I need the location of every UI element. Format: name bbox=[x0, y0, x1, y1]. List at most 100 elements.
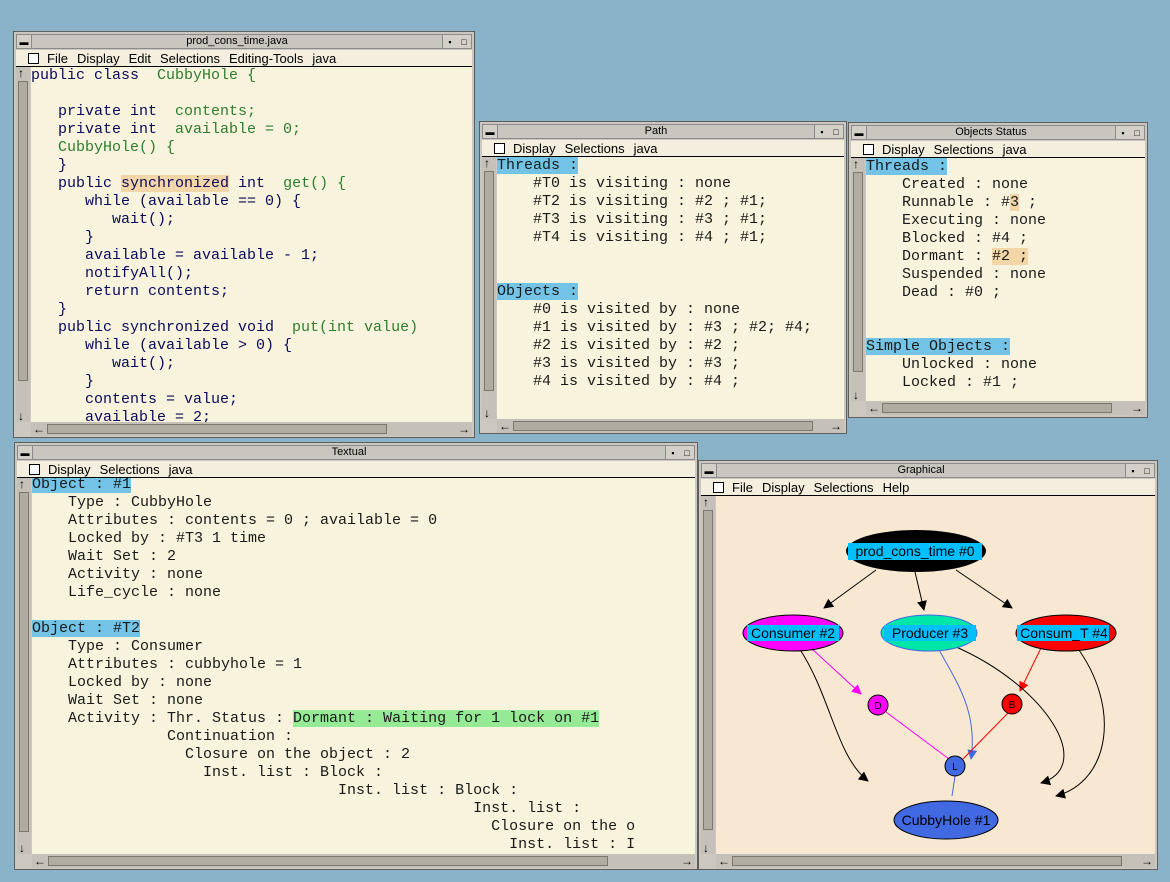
menu-file[interactable]: File bbox=[732, 480, 753, 495]
node-consumer[interactable]: Consumer #2 bbox=[742, 614, 844, 652]
scroll-right-icon[interactable]: → bbox=[1141, 855, 1153, 867]
menu-help[interactable]: Help bbox=[883, 480, 910, 495]
scroll-right-icon[interactable]: → bbox=[830, 420, 842, 432]
scroll-down-icon[interactable]: ↓ bbox=[19, 842, 25, 854]
scroll-down-icon[interactable]: ↓ bbox=[484, 407, 490, 419]
graphical-vertical-scrollbar[interactable]: ↑ ↓ bbox=[701, 496, 715, 854]
path-horizontal-scrollbar[interactable]: ← → bbox=[497, 419, 844, 433]
maximize-icon[interactable]: □ bbox=[457, 35, 471, 48]
minimize-icon[interactable]: ▪ bbox=[443, 35, 457, 48]
menu-java[interactable]: java bbox=[312, 51, 336, 66]
code-line: CubbyHole() { bbox=[58, 139, 176, 156]
menu-java[interactable]: java bbox=[1003, 142, 1027, 157]
scroll-thumb[interactable] bbox=[703, 510, 713, 830]
status-horizontal-scrollbar[interactable]: ← → bbox=[866, 401, 1145, 415]
scroll-thumb[interactable] bbox=[47, 424, 387, 434]
node-cubbyhole[interactable]: CubbyHole #1 bbox=[893, 800, 999, 840]
maximize-icon[interactable]: □ bbox=[680, 446, 694, 459]
menu-display[interactable]: Display bbox=[882, 142, 925, 157]
path-window-titlebar[interactable]: ▬ Path ▪ □ bbox=[482, 124, 844, 139]
menu-checkbox-icon[interactable] bbox=[29, 463, 40, 475]
minimize-icon[interactable]: ▪ bbox=[815, 125, 829, 138]
scroll-right-icon[interactable]: → bbox=[458, 423, 470, 435]
edge-producer-cubbyhole bbox=[953, 645, 1065, 786]
scroll-down-icon[interactable]: ↓ bbox=[703, 842, 709, 854]
code-window-titlebar[interactable]: ▬ prod_cons_time.java ▪ □ bbox=[16, 34, 472, 49]
scroll-left-icon[interactable]: ← bbox=[499, 420, 511, 432]
maximize-icon[interactable]: □ bbox=[1140, 464, 1154, 477]
graph-canvas[interactable]: prod_cons_time #0 Consumer #2 Producer #… bbox=[716, 496, 1155, 854]
scroll-thumb[interactable] bbox=[18, 81, 28, 381]
node-consum-t[interactable]: Consum_T #4 bbox=[1015, 614, 1117, 652]
graphical-horizontal-scrollbar[interactable]: ← → bbox=[716, 854, 1155, 868]
scroll-thumb[interactable] bbox=[48, 856, 608, 866]
menu-edit[interactable]: Edit bbox=[129, 51, 151, 66]
menu-selections[interactable]: Selections bbox=[814, 480, 874, 495]
window-menu-icon[interactable]: ▬ bbox=[17, 35, 31, 48]
scroll-thumb[interactable] bbox=[513, 421, 813, 431]
minimize-icon[interactable]: ▪ bbox=[666, 446, 680, 459]
menu-file[interactable]: File bbox=[47, 51, 68, 66]
menu-java[interactable]: java bbox=[634, 141, 658, 156]
scroll-left-icon[interactable]: ← bbox=[34, 855, 46, 867]
menu-selections[interactable]: Selections bbox=[565, 141, 625, 156]
graphical-window-titlebar[interactable]: ▬ Graphical ▪ □ bbox=[701, 463, 1155, 478]
scroll-thumb[interactable] bbox=[19, 492, 29, 832]
scroll-left-icon[interactable]: ← bbox=[33, 423, 45, 435]
menu-selections[interactable]: Selections bbox=[934, 142, 994, 157]
menu-display[interactable]: Display bbox=[762, 480, 805, 495]
code-horizontal-scrollbar[interactable]: ← → bbox=[31, 422, 472, 436]
object-t2-line: Wait Set : none bbox=[32, 692, 204, 709]
window-menu-icon[interactable]: ▬ bbox=[702, 464, 716, 477]
minimize-icon[interactable]: ▪ bbox=[1116, 126, 1130, 139]
menu-selections[interactable]: Selections bbox=[160, 51, 220, 66]
menu-selections[interactable]: Selections bbox=[100, 462, 160, 477]
scroll-thumb[interactable] bbox=[882, 403, 1112, 413]
scroll-left-icon[interactable]: ← bbox=[868, 402, 880, 414]
menu-java[interactable]: java bbox=[169, 462, 193, 477]
path-content: Threads : #T0 is visiting : none #T2 is … bbox=[497, 157, 844, 419]
code-editor[interactable]: public class CubbyHole { private int con… bbox=[31, 67, 472, 422]
maximize-icon[interactable]: □ bbox=[1130, 126, 1144, 139]
menu-display[interactable]: Display bbox=[513, 141, 556, 156]
minimize-icon[interactable]: ▪ bbox=[1126, 464, 1140, 477]
scroll-down-icon[interactable]: ↓ bbox=[853, 389, 859, 401]
scroll-up-icon[interactable]: ↑ bbox=[484, 157, 490, 169]
scroll-thumb[interactable] bbox=[732, 856, 1122, 866]
maximize-icon[interactable]: □ bbox=[829, 125, 843, 138]
status-window: ▬ Objects Status ▪ □ Display Selections … bbox=[848, 122, 1148, 418]
menu-checkbox-icon[interactable] bbox=[494, 142, 505, 154]
status-vertical-scrollbar[interactable]: ↑ ↓ bbox=[851, 158, 865, 401]
scroll-down-icon[interactable]: ↓ bbox=[18, 410, 24, 422]
path-vertical-scrollbar[interactable]: ↑ ↓ bbox=[482, 157, 496, 419]
node-root[interactable]: prod_cons_time #0 bbox=[846, 530, 986, 572]
node-l[interactable]: L bbox=[944, 755, 966, 777]
menu-checkbox-icon[interactable] bbox=[713, 481, 724, 493]
window-menu-icon[interactable]: ▬ bbox=[852, 126, 866, 139]
window-menu-icon[interactable]: ▬ bbox=[18, 446, 32, 459]
textual-horizontal-scrollbar[interactable]: ← → bbox=[32, 854, 695, 868]
scroll-thumb[interactable] bbox=[484, 171, 494, 391]
node-producer[interactable]: Producer #3 bbox=[880, 614, 978, 652]
menu-display[interactable]: Display bbox=[48, 462, 91, 477]
scroll-up-icon[interactable]: ↑ bbox=[19, 478, 25, 490]
node-d[interactable]: D bbox=[867, 694, 889, 716]
node-b[interactable]: B bbox=[1001, 693, 1023, 715]
status-window-titlebar[interactable]: ▬ Objects Status ▪ □ bbox=[851, 125, 1145, 140]
scroll-up-icon[interactable]: ↑ bbox=[18, 67, 24, 79]
code-vertical-scrollbar[interactable]: ↑ ↓ bbox=[16, 67, 30, 422]
textual-window-titlebar[interactable]: ▬ Textual ▪ □ bbox=[17, 445, 695, 460]
menu-editing-tools[interactable]: Editing-Tools bbox=[229, 51, 303, 66]
textual-vertical-scrollbar[interactable]: ↑ ↓ bbox=[17, 478, 31, 854]
scroll-right-icon[interactable]: → bbox=[681, 855, 693, 867]
window-menu-icon[interactable]: ▬ bbox=[483, 125, 497, 138]
menu-display[interactable]: Display bbox=[77, 51, 120, 66]
status-dead: Dead : #0 ; bbox=[866, 284, 1002, 301]
menu-checkbox-icon[interactable] bbox=[863, 143, 874, 155]
scroll-right-icon[interactable]: → bbox=[1131, 402, 1143, 414]
scroll-up-icon[interactable]: ↑ bbox=[853, 158, 859, 170]
scroll-thumb[interactable] bbox=[853, 172, 863, 372]
menu-checkbox-icon[interactable] bbox=[28, 52, 39, 64]
scroll-left-icon[interactable]: ← bbox=[718, 855, 730, 867]
scroll-up-icon[interactable]: ↑ bbox=[703, 496, 709, 508]
